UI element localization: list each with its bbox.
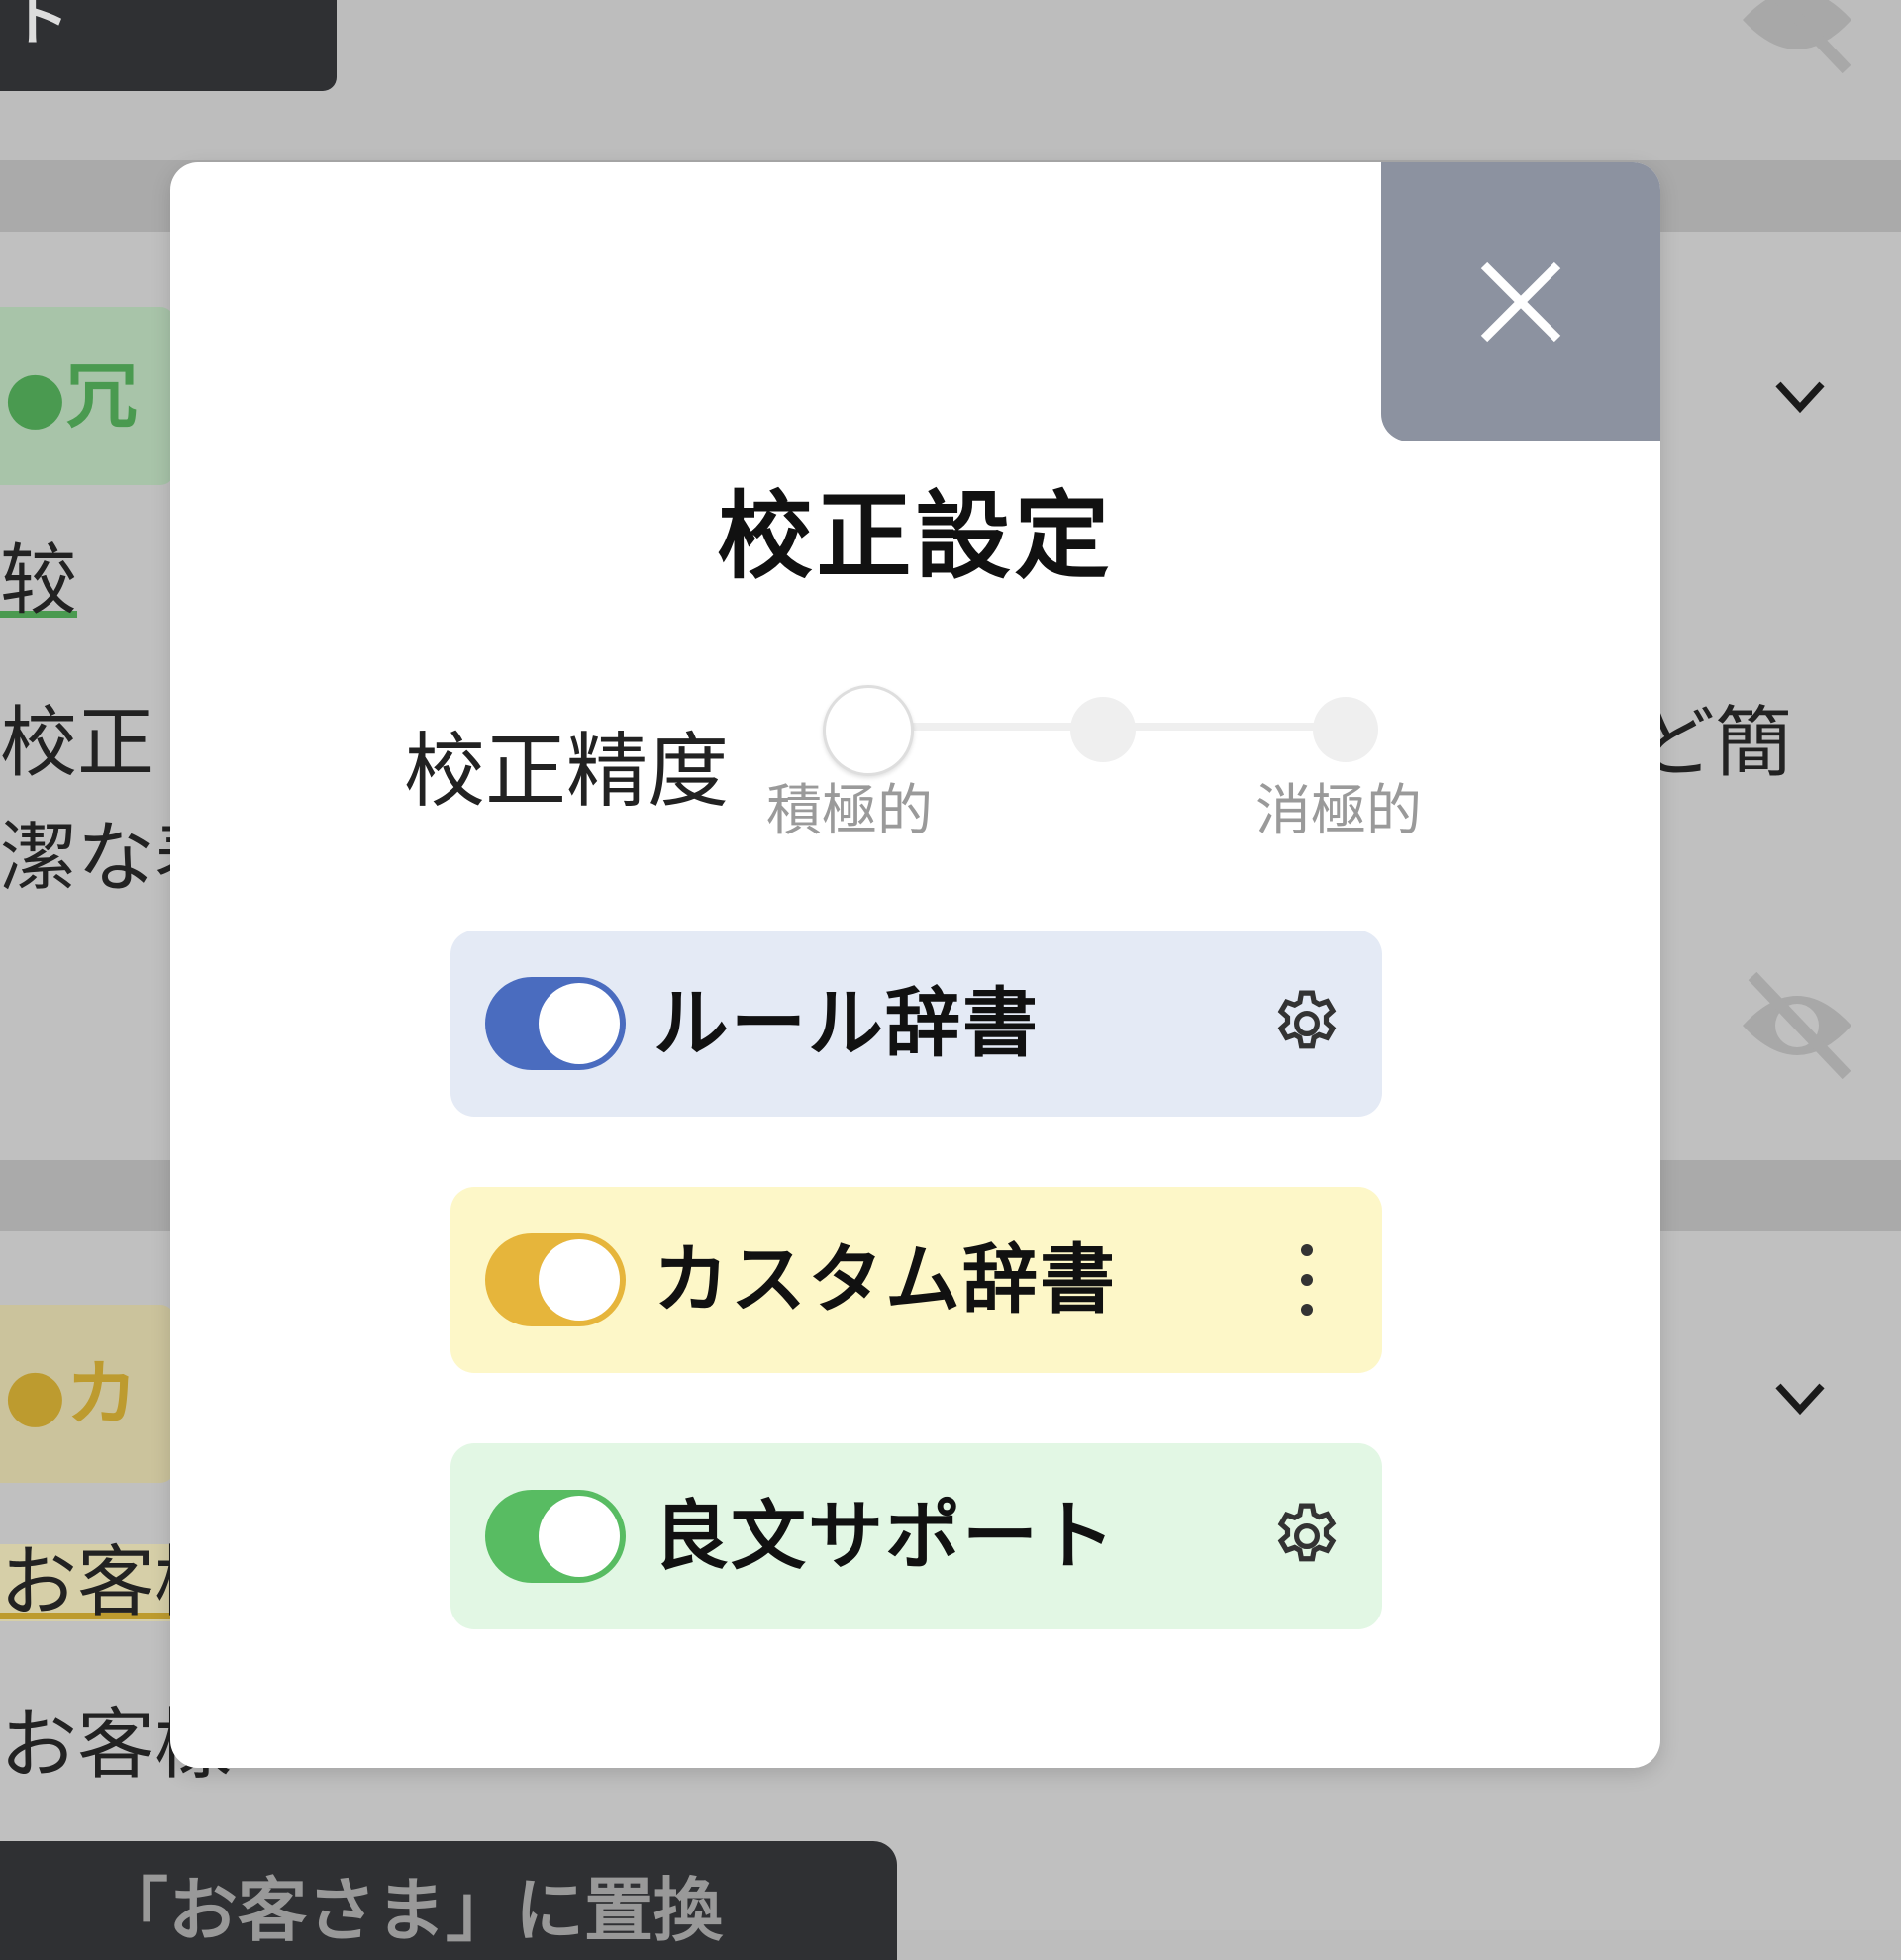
chevron-down-icon: [1775, 1383, 1825, 1416]
background-text: 校正: [0, 699, 155, 788]
close-button[interactable]: [1381, 162, 1660, 441]
background-text: ど簡: [1637, 699, 1792, 788]
slider-min-label: 積極的: [766, 779, 933, 843]
background-tag-redundant: ●冗長: [0, 307, 174, 485]
eye-slash-icon: [1743, 971, 1851, 1080]
rule-dictionary-settings-button[interactable]: [1267, 984, 1347, 1063]
gear-icon: [1277, 1503, 1337, 1562]
rule-dictionary-label: ルール辞書: [653, 979, 1040, 1067]
custom-dictionary-row: カスタム辞書: [450, 1187, 1382, 1373]
rule-dictionary-toggle[interactable]: [485, 977, 626, 1070]
good-writing-support-row: 良文サポート: [450, 1443, 1382, 1629]
slider-step-1[interactable]: [823, 685, 914, 776]
more-vertical-icon: [1301, 1244, 1313, 1316]
close-icon: [1480, 261, 1561, 343]
good-writing-support-toggle[interactable]: [485, 1490, 626, 1583]
slider-max-label: 消極的: [1255, 779, 1422, 843]
good-writing-support-settings-button[interactable]: [1267, 1497, 1347, 1576]
background-tag-custom: ●カス: [0, 1305, 174, 1483]
chevron-down-icon: [1775, 381, 1825, 414]
background-top-button: ト: [0, 0, 337, 91]
proofreading-settings-dialog: 校正設定 校正精度 積極的 消極的 ルール辞書 カスタム辞書 良文サポート: [170, 162, 1660, 1768]
slider-step-3[interactable]: [1313, 697, 1378, 762]
dialog-title: 校正設定: [717, 481, 1114, 592]
custom-dictionary-label: カスタム辞書: [653, 1235, 1117, 1323]
gear-icon: [1277, 990, 1337, 1049]
slider-step-2[interactable]: [1070, 697, 1136, 762]
custom-dictionary-menu-button[interactable]: [1267, 1240, 1347, 1320]
background-replace-button: 「お客さま」に置換: [0, 1841, 897, 1960]
eye-slash-icon: [1743, 0, 1851, 74]
background-text: 较: [0, 537, 78, 626]
good-writing-support-label: 良文サポート: [653, 1492, 1117, 1580]
custom-dictionary-toggle[interactable]: [485, 1233, 626, 1326]
rule-dictionary-row: ルール辞書: [450, 931, 1382, 1117]
precision-label: 校正精度: [404, 725, 730, 819]
